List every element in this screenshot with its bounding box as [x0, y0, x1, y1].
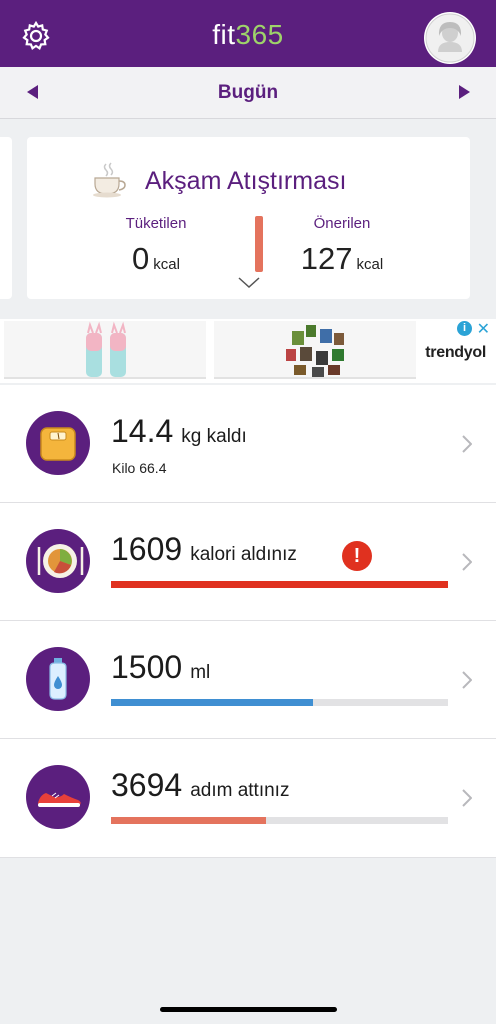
steps-value: 3694 [111, 767, 183, 803]
calories-progress-track [111, 581, 448, 588]
ad-close-icon[interactable]: ✕ [477, 319, 490, 339]
water-text: 1500 ml [111, 649, 210, 686]
steps-text: 3694 adım attınız [111, 767, 289, 804]
steps-circle [26, 765, 90, 829]
chevron-right-icon [462, 671, 472, 689]
water-value: 1500 [111, 649, 183, 685]
ad-banner[interactable]: i ✕ trendyol [0, 319, 496, 383]
scale-icon [40, 427, 76, 461]
meal-title: Akşam Atıştırması [145, 167, 347, 195]
consumed-label: Tüketilen [125, 215, 187, 232]
top-bar: fit365 [0, 0, 496, 67]
calories-row[interactable]: 1609 kalori aldınız ! [0, 503, 496, 621]
water-bottle-icon [49, 658, 67, 700]
info-icon[interactable]: i [457, 321, 472, 336]
tea-cup-icon [93, 162, 126, 198]
recommended-label: Önerilen [313, 215, 371, 232]
steps-suffix: adım attınız [190, 780, 290, 801]
water-progress-fill [111, 699, 314, 706]
toy-product-image [286, 325, 344, 377]
calories-progress-fill [111, 581, 448, 588]
logo-365: 365 [235, 19, 284, 50]
consumed-unit: kcal [153, 256, 180, 273]
sneaker-icon [38, 792, 81, 807]
user-avatar-icon [425, 13, 475, 63]
ad-product-toys[interactable] [214, 321, 416, 379]
triangle-right-icon[interactable] [459, 85, 470, 99]
weight-circle [26, 411, 90, 475]
recommended-unit: kcal [356, 256, 384, 273]
plate-icon [37, 544, 84, 578]
water-suffix: ml [190, 662, 211, 683]
meal-card[interactable]: Akşam Atıştırması Tüketilen 0 kcal Öneril… [27, 137, 470, 299]
avatar[interactable] [424, 12, 476, 64]
steps-progress-fill [111, 817, 267, 824]
chevron-right-icon [462, 553, 472, 571]
bottle-product-image [86, 321, 126, 377]
water-circle [26, 647, 90, 711]
previous-meal-card[interactable] [0, 137, 12, 299]
steps-progress-track [111, 817, 448, 824]
recommended-value-group: 127 kcal [267, 241, 417, 277]
chevron-right-icon [462, 789, 472, 807]
ad-product-bottles[interactable] [4, 321, 206, 379]
app-logo: fit365 [0, 19, 496, 51]
consumed-value: 0 [132, 241, 150, 276]
date-navigation: Bugün [0, 67, 496, 119]
calories-text: 1609 kalori aldınız [111, 531, 297, 568]
ad-brand[interactable]: trendyol [425, 344, 486, 362]
chevron-down-icon[interactable] [238, 277, 260, 289]
chevron-right-icon [462, 435, 472, 453]
meal-progress-bar [255, 216, 263, 272]
recommended-value: 127 [300, 241, 353, 276]
water-progress-track [111, 699, 448, 706]
steps-row[interactable]: 3694 adım attınız [0, 739, 496, 858]
calories-circle [26, 529, 90, 593]
weight-value: 14.4 [111, 413, 174, 449]
date-label: Bugün [217, 82, 279, 103]
weight-row[interactable]: 14.4 kg kaldı Kilo 66.4 [0, 385, 496, 503]
home-indicator[interactable] [160, 1007, 337, 1012]
weight-sub: Kilo 66.4 [112, 460, 167, 476]
consumed-value-group: 0 kcal [81, 241, 231, 277]
meal-carousel[interactable]: Akşam Atıştırması Tüketilen 0 kcal Öneril… [0, 120, 496, 316]
logo-fit: fit [212, 19, 236, 50]
weight-text: 14.4 kg kaldı [111, 413, 247, 450]
stats-list: 14.4 kg kaldı Kilo 66.4 1609 kalori aldını… [0, 385, 496, 858]
weight-suffix: kg kaldı [181, 426, 247, 447]
calories-suffix: kalori aldınız [190, 544, 297, 565]
water-row[interactable]: 1500 ml [0, 621, 496, 739]
calories-value: 1609 [111, 531, 183, 567]
alert-icon[interactable]: ! [342, 541, 372, 571]
